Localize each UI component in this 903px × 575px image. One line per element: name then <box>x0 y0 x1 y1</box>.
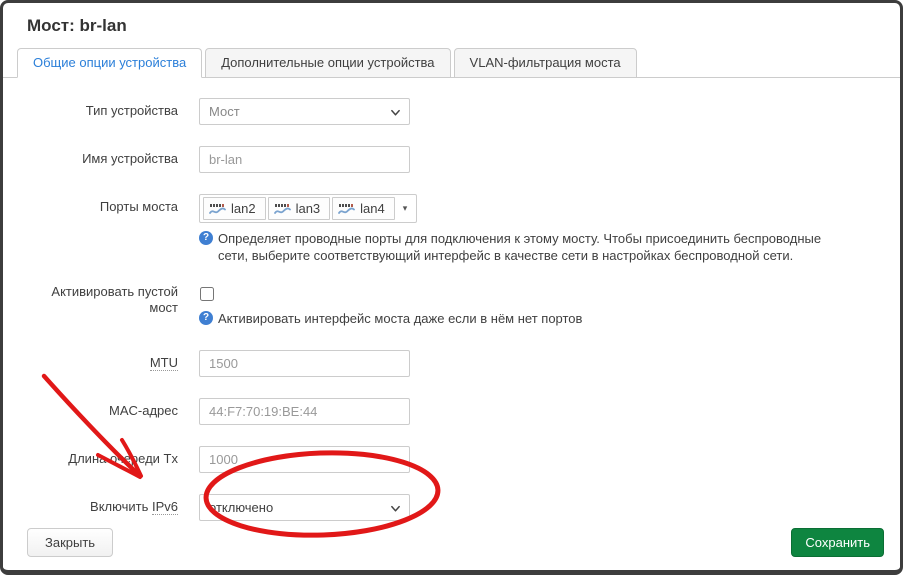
ipv6-label: Включить IPv6 <box>27 494 199 515</box>
txqueue-input[interactable] <box>199 446 410 473</box>
chevron-down-icon <box>390 107 401 118</box>
mtu-label: MTU <box>27 350 199 371</box>
ethernet-port-icon <box>274 202 291 216</box>
port-tag-label: lan3 <box>296 201 321 216</box>
row-device-type: Тип устройства Мост <box>27 98 876 125</box>
port-tag-lan3[interactable]: lan3 <box>268 197 331 220</box>
chevron-down-icon <box>390 503 401 514</box>
mac-address-input[interactable] <box>199 398 410 425</box>
tab-bar: Общие опции устройства Дополнительные оп… <box>3 48 900 78</box>
device-form: Тип устройства Мост Имя устройства Порты… <box>3 78 900 521</box>
device-name-label: Имя устройства <box>27 146 199 167</box>
dialog-footer: Закрыть Сохранить <box>3 514 900 570</box>
txqueue-label: Длина очереди Tx <box>27 446 199 467</box>
tab-advanced-device-options[interactable]: Дополнительные опции устройства <box>205 48 450 78</box>
empty-bridge-label: Активировать пустой мост <box>27 283 199 316</box>
help-icon: ? <box>199 311 213 325</box>
row-device-name: Имя устройства <box>27 146 876 173</box>
mac-address-label: MAC-адрес <box>27 398 199 419</box>
close-button[interactable]: Закрыть <box>27 528 113 557</box>
port-tag-lan4[interactable]: lan4 <box>332 197 395 220</box>
page-title: Мост: br-lan <box>3 3 900 48</box>
bridge-device-dialog: Мост: br-lan Общие опции устройства Допо… <box>0 0 903 575</box>
bridge-ports-label: Порты моста <box>27 194 199 215</box>
tab-general-device-options[interactable]: Общие опции устройства <box>17 48 202 78</box>
row-mtu: MTU <box>27 350 876 377</box>
empty-bridge-help: ? Активировать интерфейс моста даже если … <box>199 310 854 327</box>
device-type-select[interactable]: Мост <box>199 98 410 125</box>
save-button[interactable]: Сохранить <box>791 528 884 557</box>
row-txqueue: Длина очереди Tx <box>27 446 876 473</box>
bridge-ports-help-text: Определяет проводные порты для подключен… <box>218 231 821 263</box>
help-icon: ? <box>199 231 213 245</box>
tab-vlan-filtering[interactable]: VLAN-фильтрация моста <box>454 48 637 78</box>
caret-down-icon[interactable]: ▾ <box>396 203 415 214</box>
ipv6-value: отключено <box>209 500 273 515</box>
empty-bridge-help-text: Активировать интерфейс моста даже если в… <box>218 311 582 326</box>
ethernet-port-icon <box>338 202 355 216</box>
port-tag-lan2[interactable]: lan2 <box>203 197 266 220</box>
port-tag-label: lan2 <box>231 201 256 216</box>
device-name-input[interactable] <box>199 146 410 173</box>
mtu-input[interactable] <box>199 350 410 377</box>
device-type-label: Тип устройства <box>27 98 199 119</box>
row-bridge-ports: Порты моста lan2 <box>27 194 876 264</box>
bridge-ports-help: ? Определяет проводные порты для подключе… <box>199 230 854 264</box>
row-mac-address: MAC-адрес <box>27 398 876 425</box>
device-type-value: Мост <box>209 104 240 119</box>
bridge-ports-widget[interactable]: lan2 lan3 lan4 <box>199 194 417 223</box>
port-tag-label: lan4 <box>360 201 385 216</box>
row-empty-bridge: Активировать пустой мост ? Активировать и… <box>27 283 876 327</box>
empty-bridge-checkbox[interactable] <box>200 287 214 301</box>
ethernet-port-icon <box>209 202 226 216</box>
